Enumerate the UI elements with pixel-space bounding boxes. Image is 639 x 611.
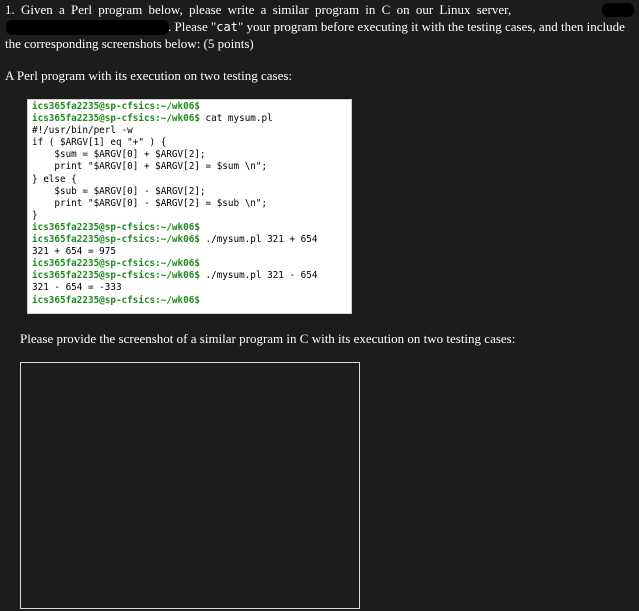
terminal-prompt: ics365fa2235@sp-cfsics:~/wk06$ — [32, 101, 200, 112]
terminal-prompt: ics365fa2235@sp-cfsics:~/wk06$ — [32, 221, 200, 233]
terminal-prompt: ics365fa2235@sp-cfsics:~/wk06$ — [32, 113, 200, 125]
terminal-command: ./mysum.pl 321 - 654 — [199, 270, 318, 282]
redacted-block-right — [602, 3, 634, 17]
terminal-prompt-line: ics365fa2235@sp-cfsics:~/wk06$ — [32, 222, 351, 234]
question-line-1: 1. Given a Perl program below, please wr… — [5, 2, 511, 18]
terminal-command: cat mysum.pl — [199, 113, 273, 125]
terminal-prompt-line: ics365fa2235@sp-cfsics:~/wk06$ — [32, 258, 351, 270]
terminal-output-line: } — [32, 209, 38, 221]
terminal-output-line: 321 - 654 = -333 — [32, 282, 122, 294]
subheading-text: A Perl program with its execution on two… — [5, 68, 293, 83]
terminal-prompt: ics365fa2235@sp-cfsics:~/wk06$ — [32, 270, 200, 282]
question-line-2: . Please "cat" your program before execu… — [168, 19, 625, 35]
terminal-prompt: ics365fa2235@sp-cfsics:~/wk06$ — [32, 258, 200, 270]
terminal-output-line: if ( $ARGV[1] eq "+" ) { — [32, 137, 167, 149]
terminal-output-line: print "$ARGV[0] + $ARGV[2] = $sum \n"; — [32, 161, 268, 173]
terminal-output-line: 321 + 654 = 975 — [32, 246, 116, 258]
terminal-prompt: ics365fa2235@sp-cfsics:~/wk06$ — [32, 294, 200, 306]
instruction-text: Please provide the screenshot of a simil… — [20, 331, 516, 346]
question-text-2-prefix: . Please " — [168, 19, 217, 34]
terminal-screenshot: ics365fa2235@sp-cfsics:~/wk06$ ics365fa22… — [27, 99, 352, 314]
subheading: A Perl program with its execution on two… — [5, 68, 292, 84]
terminal-prompt: ics365fa2235@sp-cfsics:~/wk06$ — [32, 234, 200, 246]
terminal-prompt-line: ics365fa2235@sp-cfsics:~/wk06$ ./mysum.p… — [32, 234, 351, 246]
question-text-3: the corresponding screenshots below: (5 … — [5, 36, 254, 51]
question-line-3: the corresponding screenshots below: (5 … — [5, 36, 254, 52]
terminal-prompt-line: ics365fa2235@sp-cfsics:~/wk06$ — [32, 101, 351, 113]
terminal-prompt-line: ics365fa2235@sp-cfsics:~/wk06$ cat mysum… — [32, 113, 351, 125]
instruction: Please provide the screenshot of a simil… — [20, 331, 515, 347]
terminal-output-line: } else { — [32, 173, 77, 185]
terminal-output-line: $sub = $ARGV[0] - $ARGV[2]; — [32, 185, 206, 197]
terminal-output-line: #!/usr/bin/perl -w — [32, 125, 133, 137]
terminal-output-line: $sum = $ARGV[0] + $ARGV[2]; — [32, 149, 206, 161]
terminal-prompt-line: ics365fa2235@sp-cfsics:~/wk06$ — [32, 295, 351, 307]
terminal-command: ./mysum.pl 321 + 654 — [199, 234, 318, 246]
terminal-prompt-line: ics365fa2235@sp-cfsics:~/wk06$ ./mysum.p… — [32, 270, 351, 282]
question-text-2-suffix: " your program before executing it with … — [237, 19, 625, 34]
terminal-output-line: print "$ARGV[0] - $ARGV[2] = $sub \n"; — [32, 197, 268, 209]
cat-code: cat — [216, 20, 238, 34]
redacted-block-left — [6, 20, 169, 35]
answer-screenshot-box[interactable] — [20, 362, 360, 609]
question-text-1: 1. Given a Perl program below, please wr… — [5, 2, 512, 17]
